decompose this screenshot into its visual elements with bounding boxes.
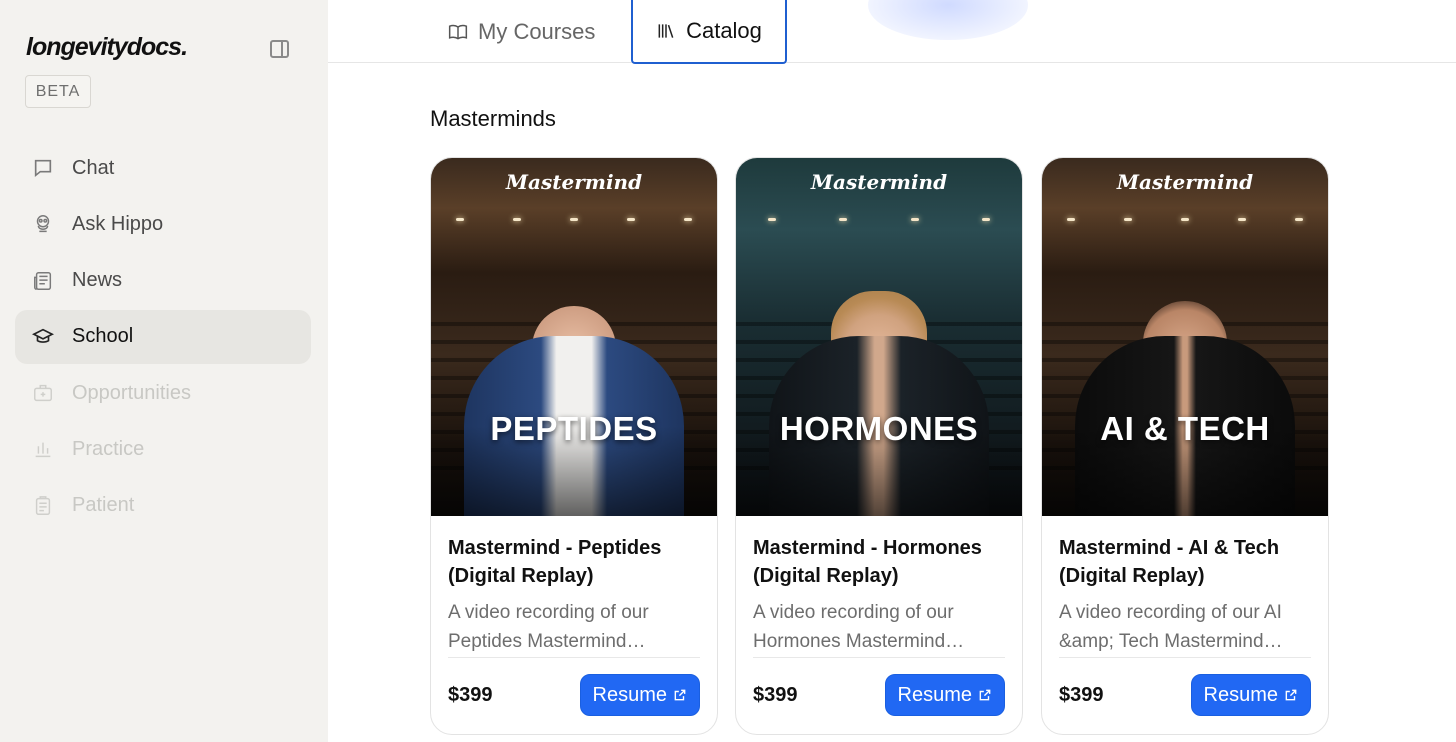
course-description: A video recording of our Hormones Master… <box>753 602 965 652</box>
sidebar: longevitydocs. BETA Chat Ask Hippo News <box>0 0 328 742</box>
sidebar-toggle-icon[interactable] <box>270 40 289 58</box>
tab-my-courses[interactable]: My Courses <box>448 0 595 63</box>
chat-icon <box>32 157 54 179</box>
course-image-title: AI & TECH <box>1100 410 1270 447</box>
briefcase-icon <box>32 382 54 404</box>
library-icon <box>656 21 676 41</box>
course-price: $399 <box>1059 683 1104 706</box>
course-description: A video recording of our Peptides Master… <box>448 602 649 652</box>
bar-chart-icon <box>32 438 54 460</box>
sidebar-item-school[interactable]: School <box>15 309 311 364</box>
resume-button[interactable]: Resume <box>884 674 1005 716</box>
external-link-icon <box>1285 689 1297 701</box>
course-card[interactable]: Mastermind HORMONES Mastermind - Hormone… <box>735 157 1023 735</box>
course-card[interactable]: Mastermind AI & TECH Mastermind - AI & T… <box>1041 157 1329 735</box>
sidebar-item-label: Opportunities <box>72 381 191 404</box>
brand-logo[interactable]: longevitydocs. <box>26 33 188 62</box>
sidebar-item-patient[interactable]: Patient <box>15 479 311 533</box>
course-price: $399 <box>753 683 798 706</box>
resume-button-label: Resume <box>592 683 667 706</box>
course-image: Mastermind PEPTIDES <box>431 158 717 516</box>
external-link-icon <box>979 689 991 701</box>
card-divider <box>1059 657 1311 658</box>
course-title[interactable]: Mastermind - AI & Tech (Digital Replay) <box>1059 534 1311 590</box>
newspaper-icon <box>32 270 54 292</box>
sidebar-item-practice[interactable]: Practice <box>15 422 311 476</box>
tab-catalog[interactable]: Catalog <box>631 0 787 64</box>
resume-button-label: Resume <box>897 683 972 706</box>
sidebar-item-label: Ask Hippo <box>72 212 164 235</box>
sidebar-item-chat[interactable]: Chat <box>15 141 311 195</box>
sidebar-item-news[interactable]: News <box>15 254 311 308</box>
card-divider <box>753 657 1005 658</box>
resume-button-label: Resume <box>1203 683 1278 706</box>
resume-button[interactable]: Resume <box>1190 674 1311 716</box>
course-image-title: HORMONES <box>779 410 979 447</box>
course-title[interactable]: Mastermind - Hormones (Digital Replay) <box>753 534 1005 590</box>
tab-label: My Courses <box>478 18 596 44</box>
top-tab-bar: My Courses Catalog <box>328 0 1456 64</box>
decorative-glow <box>868 0 1028 40</box>
sidebar-item-label: Chat <box>72 156 115 179</box>
sidebar-item-label: News <box>72 269 123 292</box>
course-title[interactable]: Mastermind - Peptides (Digital Replay) <box>448 534 700 590</box>
course-price: $399 <box>448 683 493 706</box>
sidebar-item-label: Patient <box>72 494 135 517</box>
sidebar-nav: Chat Ask Hippo News School Opportunities <box>15 141 311 535</box>
section-title: Masterminds <box>430 106 556 131</box>
sidebar-item-label: School <box>72 325 134 348</box>
mastermind-logo: Mastermind <box>505 170 643 194</box>
book-icon <box>448 22 468 42</box>
course-description: A video recording of our AI &amp; Tech M… <box>1059 602 1283 652</box>
course-image-title: PEPTIDES <box>490 410 658 447</box>
beta-badge: BETA <box>25 75 91 108</box>
mastermind-logo: Mastermind <box>810 170 948 194</box>
course-image: Mastermind AI & TECH <box>1042 158 1328 516</box>
sidebar-item-ask-hippo[interactable]: Ask Hippo <box>15 197 311 251</box>
graduation-cap-icon <box>32 326 54 348</box>
course-image: Mastermind HORMONES <box>736 158 1022 516</box>
sidebar-item-label: Practice <box>72 437 145 460</box>
resume-button[interactable]: Resume <box>579 674 700 716</box>
hippo-icon <box>32 213 54 235</box>
course-card[interactable]: Mastermind PEPTIDES Mastermind - Peptide… <box>430 157 718 735</box>
clipboard-icon <box>32 495 54 517</box>
sidebar-item-opportunities[interactable]: Opportunities <box>15 366 311 420</box>
external-link-icon <box>674 689 686 701</box>
mastermind-logo: Mastermind <box>1116 170 1254 194</box>
tab-label: Catalog <box>686 18 762 43</box>
card-divider <box>448 657 700 658</box>
